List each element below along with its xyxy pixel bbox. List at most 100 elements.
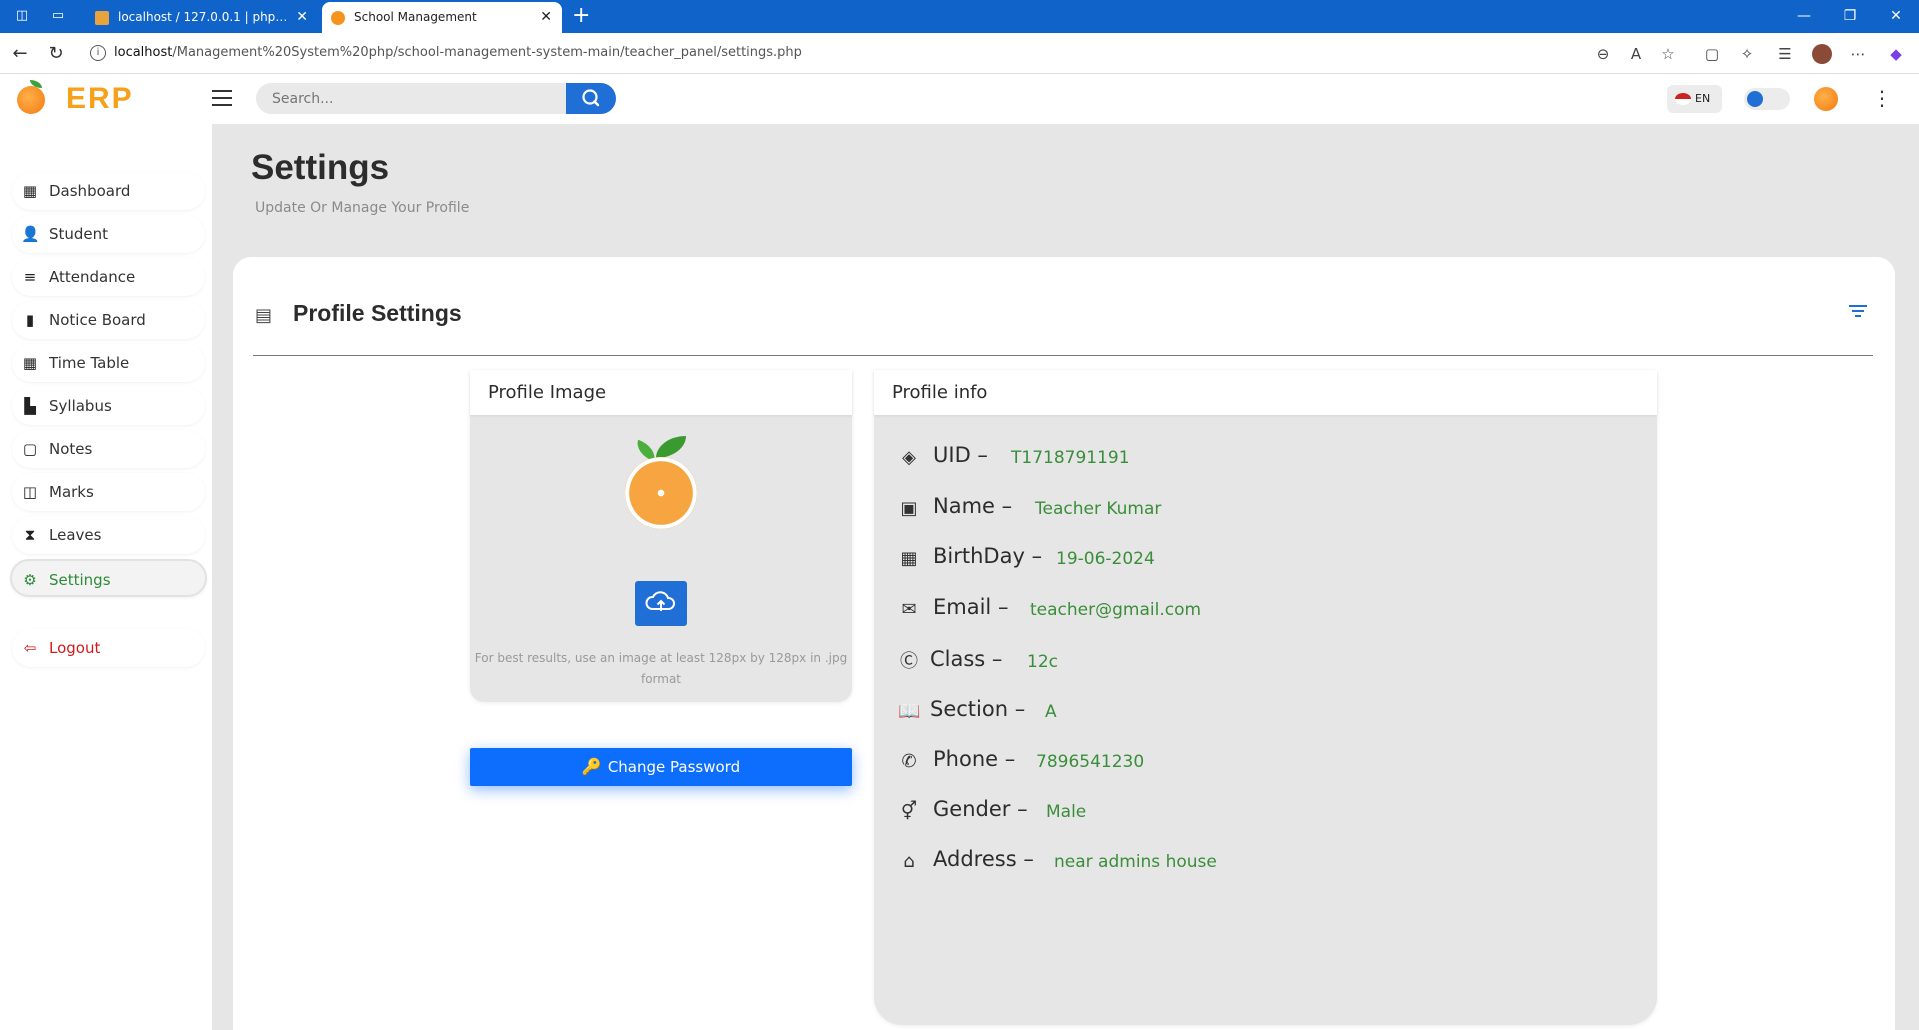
id-tag-icon: ◈ <box>902 447 916 468</box>
gender-icon: ⚥ <box>900 801 918 822</box>
birthday-label: BirthDay – <box>933 544 1043 568</box>
attendance-icon: ≡ <box>23 268 37 286</box>
close-tab-icon[interactable]: ✕ <box>540 2 552 33</box>
sidebar-item-syllabus[interactable]: ▙ Syllabus <box>12 387 205 425</box>
close-window-icon[interactable]: ✕ <box>1873 0 1919 33</box>
section-label: Section – <box>930 697 1026 721</box>
sidebar-item-notice-board[interactable]: ▮ Notice Board <box>12 301 205 339</box>
extensions-icon[interactable]: ✧ <box>1737 44 1757 64</box>
read-aloud-icon[interactable]: A <box>1626 44 1646 64</box>
uid-label: UID – <box>933 443 988 467</box>
profile-image-panel: Profile Image For best results, use an i… <box>470 370 852 702</box>
phpmyadmin-favicon-icon <box>95 11 109 25</box>
change-password-label: Change Password <box>607 758 741 776</box>
menu-toggle-icon[interactable] <box>212 90 232 106</box>
browser-tab-school-management[interactable]: School Management ✕ <box>322 2 562 33</box>
workspaces-icon[interactable]: ◫ <box>14 8 30 24</box>
key-icon: 🔑 <box>581 757 602 776</box>
more-vertical-icon[interactable]: ⋮ <box>1872 88 1892 108</box>
new-tab-icon[interactable]: + <box>572 3 590 29</box>
logout-button[interactable]: ⇦ Logout <box>12 629 205 667</box>
address-bar[interactable]: i localhost/Management%20System%20php/sc… <box>80 38 1685 69</box>
reload-icon[interactable]: ↻ <box>45 43 67 65</box>
card-title: Profile Settings <box>293 300 462 326</box>
sidebar-item-time-table[interactable]: ▦ Time Table <box>12 344 205 382</box>
tab-title: localhost / 127.0.0.1 | phpMyAdmin <box>118 10 288 24</box>
calendar-icon: ▦ <box>900 548 918 569</box>
leaf-icon <box>656 436 686 458</box>
close-tab-icon[interactable]: ✕ <box>296 2 308 33</box>
language-selector[interactable]: EN <box>1667 85 1722 113</box>
favorite-star-icon[interactable]: ☆ <box>1658 44 1678 64</box>
logout-label: Logout <box>49 639 101 657</box>
search-button[interactable] <box>566 83 616 114</box>
gender-value: Male <box>1046 802 1087 822</box>
phone-value: 7896541230 <box>1036 752 1145 772</box>
sidebar-item-label: Dashboard <box>49 182 131 200</box>
divider <box>253 355 1873 356</box>
sidebar-item-marks[interactable]: ◫ Marks <box>12 473 205 511</box>
upload-hint: For best results, use an image at least … <box>474 651 848 686</box>
upload-image-button[interactable] <box>635 581 687 626</box>
gear-icon: ⚙ <box>23 571 37 589</box>
sidebar-item-settings[interactable]: ⚙ Settings <box>10 559 207 597</box>
cloud-upload-icon <box>645 591 675 611</box>
profile-info-panel: Profile info ◈ UID – T1718791191 ▣ Name … <box>874 370 1657 1025</box>
toggle-knob <box>1747 91 1763 107</box>
sidebar-item-attendance[interactable]: ≡ Attendance <box>12 258 205 296</box>
profile-picture <box>625 457 697 529</box>
back-icon[interactable]: ← <box>9 43 31 65</box>
page-title: Settings <box>251 148 390 187</box>
browser-toolbar: ← ↻ i localhost/Management%20System%20ph… <box>0 33 1919 74</box>
search-icon <box>582 89 600 107</box>
browser-tab-phpmyadmin[interactable]: localhost / 127.0.0.1 | phpMyAdmin ✕ <box>86 2 318 33</box>
filter-icon[interactable] <box>1849 305 1867 319</box>
sidebar-item-label: Leaves <box>49 526 102 544</box>
theme-toggle[interactable] <box>1744 88 1790 110</box>
site-info-icon[interactable]: i <box>90 45 106 61</box>
sidebar-item-dashboard[interactable]: ▦ Dashboard <box>12 172 205 210</box>
sidebar-item-label: Notice Board <box>49 311 146 329</box>
sidebar: ▦ Dashboard 👤 Student ≡ Attendance ▮ Notice … <box>0 124 212 1030</box>
sidebar-item-label: Student <box>49 225 109 243</box>
sidebar-item-leaves[interactable]: ⧗ Leaves <box>12 516 205 554</box>
class-c-icon: Ⓒ <box>900 651 918 672</box>
open-book-icon: 📖 <box>898 701 921 722</box>
sidebar-item-student[interactable]: 👤 Student <box>12 215 205 253</box>
student-icon: 👤 <box>21 225 40 243</box>
change-password-button[interactable]: 🔑 Change Password <box>470 748 852 786</box>
copilot-icon[interactable]: ◆ <box>1886 44 1906 64</box>
sidebar-item-notes[interactable]: ▢ Notes <box>12 430 205 468</box>
search-input[interactable] <box>256 83 566 114</box>
restore-icon[interactable]: ❐ <box>1827 0 1873 33</box>
us-flag-icon <box>1675 93 1691 105</box>
email-label: Email – <box>933 595 1009 619</box>
user-avatar[interactable] <box>1814 87 1838 111</box>
browser-titlebar: ◫ ▭ localhost / 127.0.0.1 | phpMyAdmin ✕… <box>0 0 1919 33</box>
file-icon: ▙ <box>24 397 36 415</box>
profile-avatar[interactable] <box>1812 44 1832 64</box>
phone-icon: ✆ <box>901 751 917 772</box>
home-icon: ⌂ <box>903 851 915 872</box>
address-value: near admins house <box>1054 852 1217 872</box>
hourglass-icon: ⧗ <box>24 526 36 544</box>
sidebar-item-label: Notes <box>49 440 93 458</box>
split-screen-icon[interactable]: ▢ <box>1702 44 1722 64</box>
envelope-icon: ✉ <box>901 599 917 620</box>
bookmark-icon: ▮ <box>25 311 35 329</box>
sidebar-item-label: Settings <box>49 571 111 589</box>
tab-actions-icon[interactable]: ▭ <box>50 8 66 24</box>
more-icon[interactable]: ⋯ <box>1848 44 1868 64</box>
section-value: A <box>1045 702 1057 722</box>
zoom-icon[interactable]: ⊖ <box>1593 44 1613 64</box>
table-icon: ▦ <box>22 354 38 372</box>
class-value: 12c <box>1027 652 1058 672</box>
sidebar-item-label: Attendance <box>49 268 136 286</box>
minimize-icon[interactable]: — <box>1781 0 1827 33</box>
logo-text[interactable]: ERP <box>66 82 134 116</box>
sidebar-item-label: Marks <box>49 483 94 501</box>
favorites-icon[interactable]: ☰ <box>1775 44 1795 64</box>
contact-card-icon: ▣ <box>900 498 918 519</box>
search-bar <box>256 83 616 114</box>
gender-label: Gender – <box>933 797 1028 821</box>
